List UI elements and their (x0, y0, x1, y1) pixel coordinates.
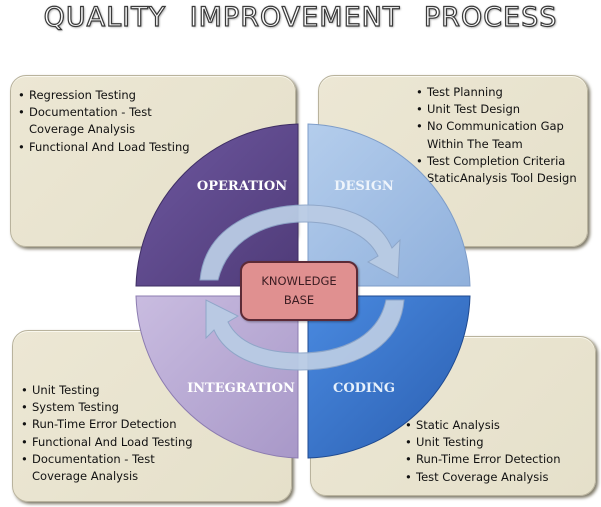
segment-label-design: DESIGN (334, 179, 394, 194)
segment-label-integration: INTEGRATION (187, 381, 295, 396)
knowledge-base-line1: KNOWLEDGE (261, 274, 337, 288)
process-cycle-diagram: OPERATION DESIGN INTEGRATION CODING (135, 123, 471, 459)
knowledge-base-box: KNOWLEDGE BASE (240, 261, 358, 321)
segment-label-operation: OPERATION (197, 179, 287, 194)
segment-label-coding: CODING (333, 381, 395, 396)
knowledge-base-line2: BASE (283, 293, 315, 307)
